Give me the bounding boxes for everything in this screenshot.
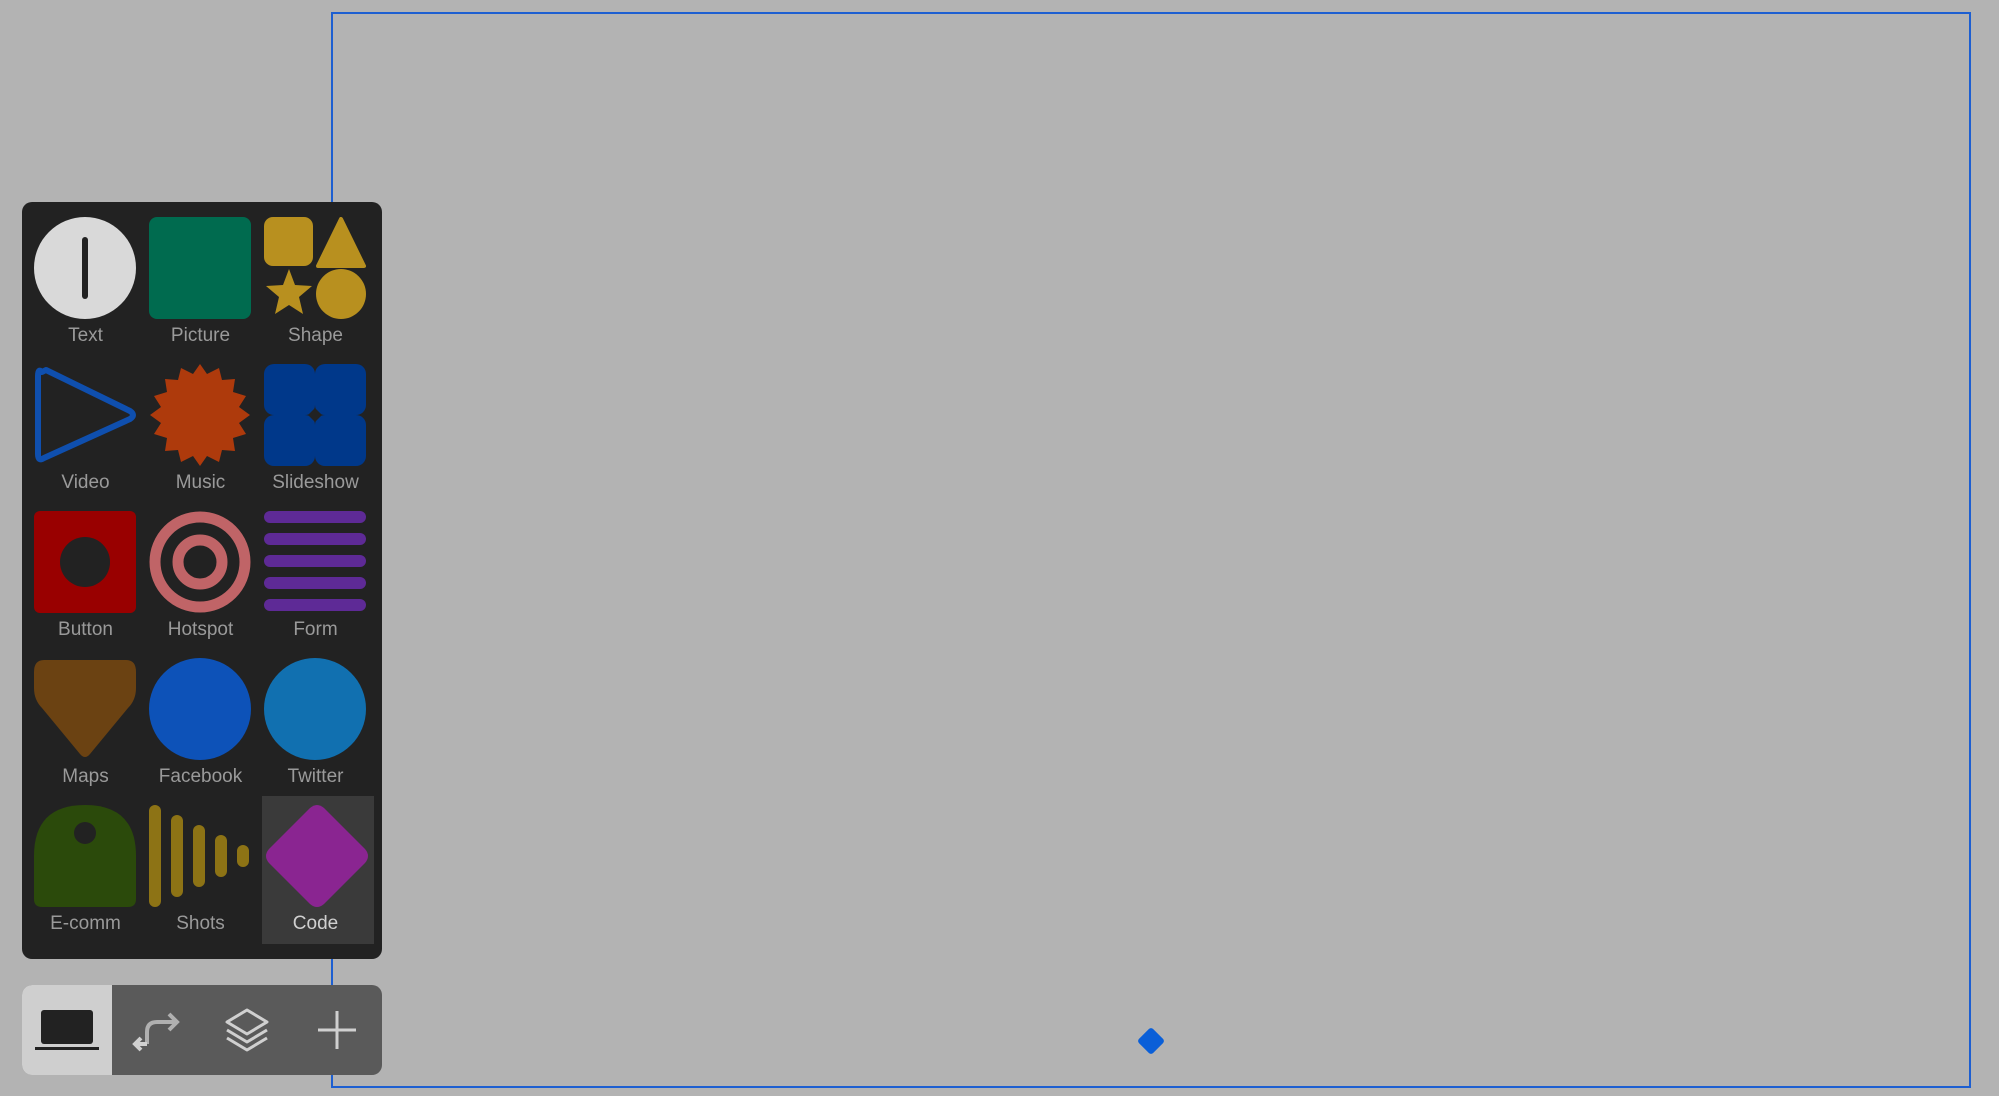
palette-item-label: Slideshow — [272, 472, 359, 493]
palette-item-code[interactable]: Code — [262, 796, 374, 944]
palette-item-slideshow[interactable]: Slideshow — [258, 351, 370, 499]
device-preview-button[interactable] — [22, 985, 112, 1075]
palette-item-facebook[interactable]: Facebook — [143, 645, 255, 793]
play-icon — [34, 364, 136, 466]
target-icon — [149, 511, 251, 613]
palette-item-label: Maps — [62, 766, 109, 787]
palette-item-form[interactable]: Form — [258, 498, 370, 646]
palette-item-shape[interactable]: Shape — [258, 204, 370, 352]
palette-item-hotspot[interactable]: Hotspot — [143, 498, 255, 646]
palette-item-music[interactable]: Music — [143, 351, 255, 499]
audio-bars-icon — [149, 805, 251, 907]
insert-palette: Text Picture Shape Video Music Slideshow… — [22, 202, 382, 959]
canvas-frame[interactable] — [331, 12, 1971, 1088]
redirect-button[interactable] — [112, 985, 202, 1075]
layers-button[interactable] — [202, 985, 292, 1075]
redirect-arrow-icon — [129, 1008, 185, 1052]
palette-item-maps[interactable]: Maps — [28, 645, 140, 793]
burst-icon — [149, 364, 251, 466]
palette-item-label: Picture — [170, 325, 231, 346]
palette-item-label: Facebook — [158, 766, 243, 787]
map-pin-icon — [34, 658, 136, 760]
palette-item-e-comm[interactable]: E-comm — [28, 792, 140, 940]
palette-item-label: Shots — [176, 913, 225, 934]
palette-item-label: Form — [293, 619, 338, 640]
palette-item-video[interactable]: Video — [28, 351, 140, 499]
palette-item-label: Video — [61, 472, 110, 493]
layers-icon — [223, 1006, 271, 1054]
laptop-icon — [35, 1008, 99, 1052]
palette-item-label: Hotspot — [167, 619, 234, 640]
palette-item-twitter[interactable]: Twitter — [258, 645, 370, 793]
palette-item-label: Music — [175, 472, 226, 493]
tag-icon — [34, 805, 136, 907]
picture-icon — [149, 217, 251, 319]
palette-item-label: E-comm — [50, 913, 121, 934]
button-icon — [34, 511, 136, 613]
shapes-icon — [264, 217, 366, 319]
bottom-toolbar — [22, 985, 382, 1075]
text-cursor-icon — [34, 217, 136, 319]
palette-item-label: Code — [292, 913, 339, 934]
palette-item-picture[interactable]: Picture — [143, 204, 255, 352]
slideshow-icon — [264, 364, 366, 466]
form-lines-icon — [264, 511, 366, 613]
palette-item-label: Text — [68, 325, 103, 346]
plus-icon — [316, 1009, 358, 1051]
facebook-icon — [149, 658, 251, 760]
palette-item-label: Button — [58, 619, 113, 640]
palette-item-button[interactable]: Button — [28, 498, 140, 646]
diamond-icon — [266, 805, 368, 907]
twitter-icon — [264, 658, 366, 760]
palette-item-shots[interactable]: Shots — [143, 792, 255, 940]
palette-item-label: Twitter — [287, 766, 344, 787]
palette-item-label: Shape — [288, 325, 343, 346]
add-button[interactable] — [292, 985, 382, 1075]
palette-item-text[interactable]: Text — [28, 204, 140, 352]
